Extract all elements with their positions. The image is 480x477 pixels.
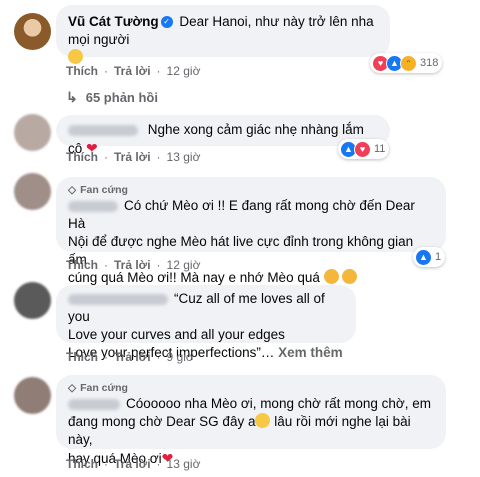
like-button[interactable]: Thích: [66, 258, 98, 272]
comment-actions: Thích · Trả lời · 13 giờ: [66, 150, 201, 164]
reply-button[interactable]: Trả lời: [114, 150, 151, 164]
blurred-author-name[interactable]: [68, 398, 120, 410]
timestamp[interactable]: 12 giờ: [167, 258, 201, 272]
fan-badge: ◇ Fan cứng: [68, 381, 434, 395]
reaction-summary[interactable]: ♥ ▲ ᵔ 318: [370, 53, 443, 73]
grin-emoji-icon: [255, 413, 271, 428]
timestamp[interactable]: 12 giờ: [167, 64, 201, 78]
fan-badge-label: Fan cứng: [80, 382, 128, 394]
comment-text: cúng quá Mèo ơi!! Mà nay e nhớ Mèo quá: [68, 270, 320, 285]
fan-badge-label: Fan cứng: [80, 184, 128, 196]
comment-bubble: ◇ Fan cứng Cóooooo nha Mèo ơi, mong chờ r…: [56, 375, 446, 466]
comment-text: Có chứ Mèo ơi !! E đang rất mong chờ đến…: [68, 198, 415, 231]
timestamp[interactable]: 13 giờ: [167, 457, 201, 471]
blurred-author-name[interactable]: [68, 293, 168, 305]
comment-actions: Thích · Trả lời · 12 giờ: [66, 64, 201, 78]
timestamp[interactable]: 13 giờ: [167, 150, 201, 164]
comment-text: Love your curves and all your edges: [68, 327, 285, 342]
blurred-author-name[interactable]: [68, 124, 138, 136]
replies-label: 65 phản hồi: [85, 90, 158, 105]
haha-icon: ᵔ: [400, 54, 417, 72]
crying-emoji-icon: [323, 269, 339, 284]
love-icon: ♥: [354, 140, 371, 158]
reply-button[interactable]: Trả lời: [114, 350, 151, 364]
comment-text: Cóooooo nha Mèo ơi, mong chờ rất mong ch…: [126, 396, 431, 411]
diamond-icon: ◇: [68, 382, 77, 394]
like-button[interactable]: Thích: [66, 457, 98, 471]
comment-actions: Thích · Trả lời · 12 giờ: [66, 258, 201, 272]
reaction-summary[interactable]: ▲ 1: [413, 247, 446, 267]
avatar[interactable]: [14, 282, 51, 319]
like-icon: ▲: [415, 248, 432, 266]
like-button[interactable]: Thích: [66, 64, 98, 78]
reply-button[interactable]: Trả lời: [114, 64, 151, 78]
verified-icon: ✓: [160, 16, 173, 29]
avatar[interactable]: [14, 173, 51, 210]
like-button[interactable]: Thích: [66, 150, 98, 164]
blurred-author-name[interactable]: [68, 200, 118, 212]
comment-author[interactable]: Vũ Cát Tường: [68, 14, 159, 29]
timestamp[interactable]: 9 giờ: [167, 350, 194, 364]
see-more-link[interactable]: Xem thêm: [278, 345, 343, 360]
reaction-count: 11: [374, 143, 386, 155]
like-button[interactable]: Thích: [66, 350, 98, 364]
comment-bubble: ◇ Fan cứng Có chứ Mèo ơi !! E đang rất mo…: [56, 177, 446, 285]
smile-emoji-icon: [68, 49, 83, 64]
view-replies-link[interactable]: ↳ 65 phản hồi: [66, 89, 158, 106]
diamond-icon: ◇: [68, 184, 77, 196]
comment-bubble: “Cuz all of me loves all of you Love you…: [56, 285, 356, 360]
comment-bubble: Vũ Cát Tường ✓ Dear Hanoi, như này trở lê…: [56, 5, 390, 64]
avatar[interactable]: [14, 377, 51, 414]
comment-actions: Thích · Trả lời · 9 giờ: [66, 350, 194, 364]
reaction-count: 1: [435, 251, 442, 263]
crying-emoji-icon: [342, 269, 358, 284]
reply-button[interactable]: Trả lời: [114, 457, 151, 471]
reaction-summary[interactable]: ▲ ♥ 11: [338, 139, 390, 159]
reaction-count: 318: [420, 57, 439, 69]
fan-badge: ◇ Fan cứng: [68, 183, 434, 197]
avatar[interactable]: [14, 13, 51, 50]
avatar[interactable]: [14, 114, 51, 151]
comment-text: đang mong chờ Dear SG đây a: [68, 414, 256, 429]
reply-arrow-icon: ↳: [66, 89, 78, 105]
reply-button[interactable]: Trả lời: [114, 258, 151, 272]
comment-actions: Thích · Trả lời · 13 giờ: [66, 457, 201, 471]
